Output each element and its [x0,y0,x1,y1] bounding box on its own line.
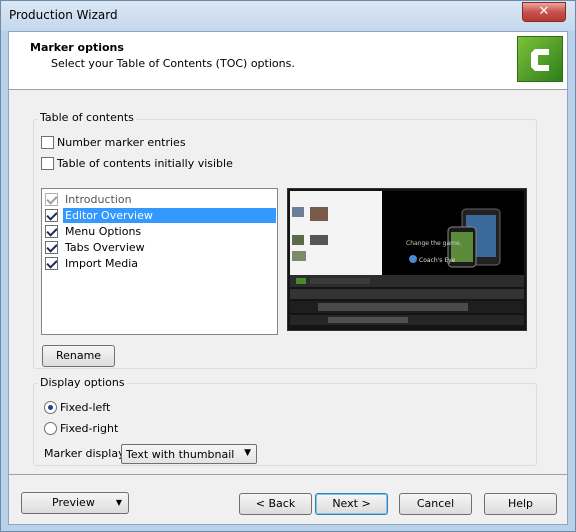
list-item[interactable]: Editor Overview [44,207,276,223]
checkbox-box[interactable] [41,136,54,149]
marker-display-value: Text with thumbnail [126,447,235,461]
back-button[interactable]: < Back [239,493,312,515]
marker-label: Editor Overview [63,207,276,223]
radio-label: Fixed-right [60,422,119,435]
marker-list[interactable]: Introduction Editor Overview Menu Option… [41,188,278,335]
toc-group-label: Table of contents [38,111,136,124]
fixed-left-radio[interactable]: Fixed-left [44,401,110,414]
page-title: Marker options [30,41,124,54]
marker-checkbox[interactable] [45,208,58,222]
preview-caption-text: Change the game. [406,240,462,247]
chevron-down-icon: ▼ [115,498,122,507]
number-marker-entries-checkbox[interactable]: Number marker entries [41,136,186,149]
chevron-down-icon: ▼ [244,448,251,458]
wizard-client-area: Marker options Select your Table of Cont… [8,31,568,525]
radio-button[interactable] [44,401,57,414]
checkbox-label: Table of contents initially visible [57,157,233,170]
list-item[interactable]: Import Media [44,255,276,271]
camtasia-logo-icon [517,36,563,82]
page-subtitle: Select your Table of Contents (TOC) opti… [51,57,295,70]
marker-display-label: Marker display: [44,447,128,460]
marker-checkbox[interactable] [45,192,58,206]
marker-label: Tabs Overview [65,240,145,254]
marker-checkbox[interactable] [45,256,58,270]
display-options-label: Display options [38,376,127,389]
next-button[interactable]: Next > [315,493,388,515]
footer-divider [9,474,567,475]
title-bar[interactable]: Production Wizard ✕ [1,1,575,31]
window-title: Production Wizard [9,8,118,22]
radio-button[interactable] [44,422,57,435]
cancel-button[interactable]: Cancel [399,493,472,515]
wizard-header: Marker options Select your Table of Cont… [9,32,567,90]
production-wizard-window: Production Wizard ✕ Marker options Selec… [0,0,576,532]
marker-checkbox[interactable] [45,224,58,238]
checkbox-label: Number marker entries [57,136,186,149]
marker-display-select[interactable]: Text with thumbnail ▼ [121,444,257,464]
radio-label: Fixed-left [60,401,111,414]
preview-thumbnail: Change the game. Coach's Eye [287,188,527,331]
marker-label: Import Media [65,256,139,270]
list-item[interactable]: Tabs Overview [44,239,276,255]
preview-brand-text: Coach's Eye [419,257,456,264]
marker-label: Menu Options [65,224,142,238]
marker-checkbox[interactable] [45,240,58,254]
close-icon: ✕ [538,4,550,19]
list-item[interactable]: Menu Options [44,223,276,239]
preview-label: Preview [52,496,95,509]
help-button[interactable]: Help [484,493,557,515]
toc-initially-visible-checkbox[interactable]: Table of contents initially visible [41,157,233,170]
fixed-right-radio[interactable]: Fixed-right [44,422,118,435]
checkbox-box[interactable] [41,157,54,170]
list-item[interactable]: Introduction [44,191,276,207]
rename-button[interactable]: Rename [42,345,115,367]
marker-label: Introduction [65,192,132,206]
preview-button[interactable]: Preview ▼ [21,492,129,514]
close-button[interactable]: ✕ [522,2,566,22]
